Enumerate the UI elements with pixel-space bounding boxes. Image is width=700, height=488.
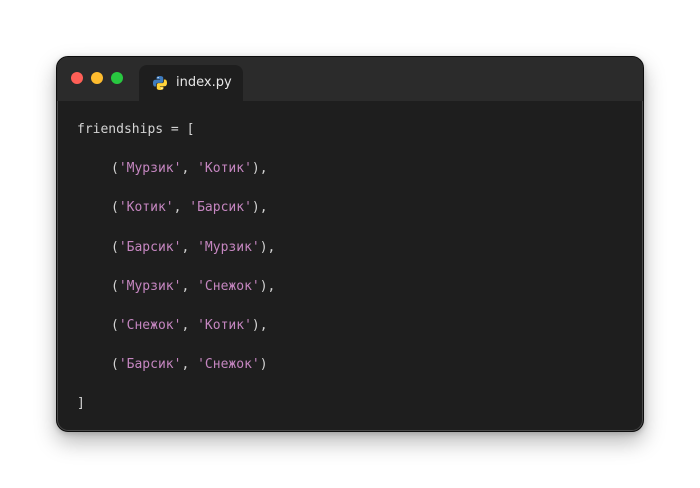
tab-label: index.py xyxy=(176,75,232,90)
minimize-window-button[interactable] xyxy=(91,72,103,84)
string-literal: 'Барсик' xyxy=(118,239,182,255)
code-line-closing: ] xyxy=(77,396,85,412)
code-window: index.py friendships = [ ('Мурзик', 'Кот… xyxy=(56,56,644,432)
code-line-pair: ('Барсик', 'Снежок') xyxy=(111,357,268,373)
code-line-pair: ('Барсик', 'Мурзик'), xyxy=(111,239,276,255)
code-line-pair: ('Котик', 'Барсик'), xyxy=(111,200,268,216)
code-editor[interactable]: friendships = [ ('Мурзик', 'Котик'), ('К… xyxy=(77,117,633,431)
string-literal: 'Мурзик' xyxy=(197,239,260,255)
string-literal: 'Барсик' xyxy=(118,357,182,373)
code-line-pair: ('Мурзик', 'Котик'), xyxy=(111,161,268,177)
string-literal: 'Котик' xyxy=(118,200,174,216)
maximize-window-button[interactable] xyxy=(111,72,123,84)
code-line-pair: ('Мурзик', 'Снежок'), xyxy=(111,278,276,294)
string-literal: 'Снежок' xyxy=(197,357,260,373)
string-literal: 'Котик' xyxy=(197,317,252,333)
string-literal: 'Котик' xyxy=(197,161,252,177)
string-literal: 'Мурзик' xyxy=(118,278,182,294)
string-literal: 'Снежок' xyxy=(118,317,182,333)
string-literal: 'Барсик' xyxy=(189,200,252,216)
code-line-opening: friendships = [ xyxy=(77,122,195,137)
string-literal: 'Снежок' xyxy=(197,278,260,294)
string-literal: 'Мурзик' xyxy=(118,161,182,177)
python-icon xyxy=(152,75,168,91)
code-line-pair: ('Снежок', 'Котик'), xyxy=(111,317,268,333)
title-bar: index.py xyxy=(57,57,643,101)
tab-index-py[interactable]: index.py xyxy=(139,65,243,101)
close-window-button[interactable] xyxy=(71,72,83,84)
